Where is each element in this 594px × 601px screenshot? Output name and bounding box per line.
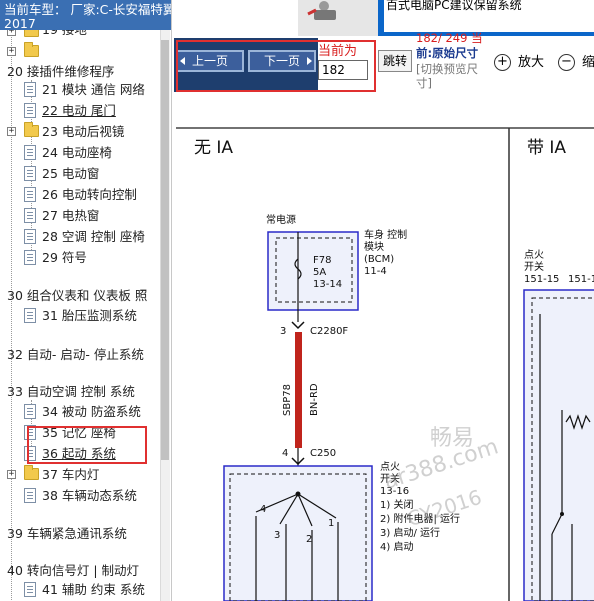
sidebar-tree: 当前车型： 厂家:C-长安福特翼虎（KUGA）2016-2017 + 19 接地…	[0, 0, 172, 601]
bcm-label-4: 11-4	[364, 266, 387, 277]
tree-item-label: 31 胎压监测系统	[42, 308, 137, 323]
tree-item-label: 26 电动转向控制	[42, 187, 137, 202]
tree-item-label: 37 车内灯	[42, 467, 100, 482]
expand-icon[interactable]: +	[7, 470, 16, 479]
switch-preview-hint[interactable]: [切换预览尺寸]	[416, 62, 488, 90]
ign-label-7: 4) 启动	[380, 540, 413, 553]
folder-icon	[24, 122, 39, 137]
sidebar-scroll-thumb[interactable]	[161, 40, 169, 460]
right-section-title: 带 IA	[527, 138, 566, 158]
fuse-label-3: 13-14	[313, 279, 342, 290]
tree-item-40[interactable]: 40 转向信号灯 | 制动灯	[7, 561, 139, 581]
document-icon	[24, 308, 36, 323]
pin-4-label: 4	[282, 448, 288, 459]
document-icon	[24, 187, 36, 202]
tree-item-label: 25 电动窗	[42, 166, 100, 181]
bcm-label-3: (BCM)	[364, 254, 394, 265]
switch-pos-1: 1	[328, 518, 334, 529]
bcm-label-1: 车身 控制	[364, 228, 407, 241]
current-model-header: 当前车型： 厂家:C-长安福特翼虎（KUGA）2016-2017	[0, 0, 171, 31]
document-icon	[24, 145, 36, 160]
tree-item-39[interactable]: 39 车辆紧急通讯系统	[7, 524, 127, 544]
main-panel: 百式电脑PC建议保留系统 上一页 下一页 当前为 跳转 182/ 249 当 前…	[172, 0, 594, 601]
document-icon	[24, 250, 36, 265]
nav-highlight-box	[176, 40, 376, 92]
tree-item-label: 34 被动 防盗系统	[42, 404, 141, 419]
zoom-out-icon: −	[558, 54, 575, 71]
connector-c250-label: C250	[310, 448, 336, 459]
right-ign-label-3: 151-15	[524, 274, 559, 285]
wire-color-label: BN-RD	[309, 383, 320, 416]
right-ign-label-2: 开关	[524, 260, 544, 273]
tree-item-label: 29 符号	[42, 250, 87, 265]
always-power-label: 常电源	[266, 213, 296, 226]
tree-item-label: 23 电动后视镜	[42, 124, 125, 139]
right-ignition-box	[523, 289, 594, 601]
tree-item-label: 24 电动座椅	[42, 145, 112, 160]
document-icon	[24, 82, 36, 97]
zoom-in-button[interactable]: + 放大	[494, 52, 556, 74]
banner-text: 百式电脑PC建议保留系统	[386, 0, 522, 12]
document-icon	[24, 166, 36, 181]
selection-highlight-box	[27, 426, 147, 464]
original-size-link[interactable]: 前:原始尺寸	[416, 46, 488, 60]
right-ign-label-4: 151-1	[568, 274, 594, 285]
tree-item-label: 30 组合仪表和 仪表板 照	[7, 288, 148, 303]
tree-item-label: 28 空调 控制 座椅	[42, 229, 145, 244]
zoom-in-icon: +	[494, 54, 511, 71]
switch-pos-3: 3	[274, 530, 280, 541]
tree-item-label: 39 车辆紧急通讯系统	[7, 526, 127, 541]
switch-pos-4: 4	[260, 504, 266, 515]
tree-item-label: 32 自动- 启动- 停止系统	[7, 347, 144, 362]
wiring-diagram[interactable]: 无 IA 带 IA 常电源 F78 5A 13-14 车身 控制 模块 (BCM…	[172, 94, 594, 601]
document-icon	[24, 229, 36, 244]
fuse-label-1: F78	[313, 255, 331, 266]
tree-item-20[interactable]: 20 接插件维修程序	[7, 62, 114, 82]
jump-button[interactable]: 跳转	[378, 50, 412, 72]
expand-icon[interactable]: +	[7, 127, 16, 136]
tree-item-label: 38 车辆动态系统	[42, 488, 137, 503]
tree-item-label: 41 辅助 约束 系统	[42, 582, 145, 597]
document-icon	[24, 404, 36, 419]
zoom-out-label: 缩	[582, 55, 594, 70]
document-icon	[24, 582, 36, 597]
zoom-out-button[interactable]: − 缩	[558, 52, 594, 74]
folder-icon	[24, 465, 39, 480]
tree-item-30[interactable]: 30 组合仪表和 仪表板 照	[7, 286, 147, 306]
connector-c2280f-label: C2280F	[310, 326, 348, 337]
wire-sbp78	[295, 332, 302, 448]
left-section-title: 无 IA	[194, 138, 233, 158]
fuse-label-2: 5A	[313, 267, 326, 278]
tree-item-label: 22 电动 尾门	[42, 103, 116, 118]
tree-item-label: 27 电热窗	[42, 208, 100, 223]
page-count: 182/ 249 当	[416, 31, 483, 45]
mechanic-icon	[307, 1, 336, 20]
tree-guide	[11, 30, 12, 600]
tree-item-33[interactable]: 33 自动空调 控制 系统	[7, 382, 135, 402]
folder-icon	[24, 42, 39, 57]
tree-item-label: 20 接插件维修程序	[7, 64, 115, 79]
right-ign-label-1: 点火	[524, 249, 544, 261]
expand-icon[interactable]: +	[7, 47, 16, 56]
right-switch-node	[560, 512, 564, 516]
connector-c2280f-icon	[291, 321, 305, 330]
tree-item-label: 33 自动空调 控制 系统	[7, 384, 135, 399]
ignition-switch-box	[223, 465, 373, 601]
document-icon	[24, 208, 36, 223]
document-icon	[24, 103, 36, 118]
wire-code-label: SBP78	[282, 384, 293, 416]
zoom-in-label: 放大	[518, 55, 545, 70]
document-icon	[24, 488, 36, 503]
bcm-label-2: 模块	[364, 241, 384, 253]
tree-item-32[interactable]: 32 自动- 启动- 停止系统	[7, 345, 144, 365]
tree-item-label: 21 模块 通信 网络	[42, 82, 145, 97]
pin-3-label: 3	[280, 326, 286, 337]
tree-item-label: 40 转向信号灯 | 制动灯	[7, 563, 140, 578]
